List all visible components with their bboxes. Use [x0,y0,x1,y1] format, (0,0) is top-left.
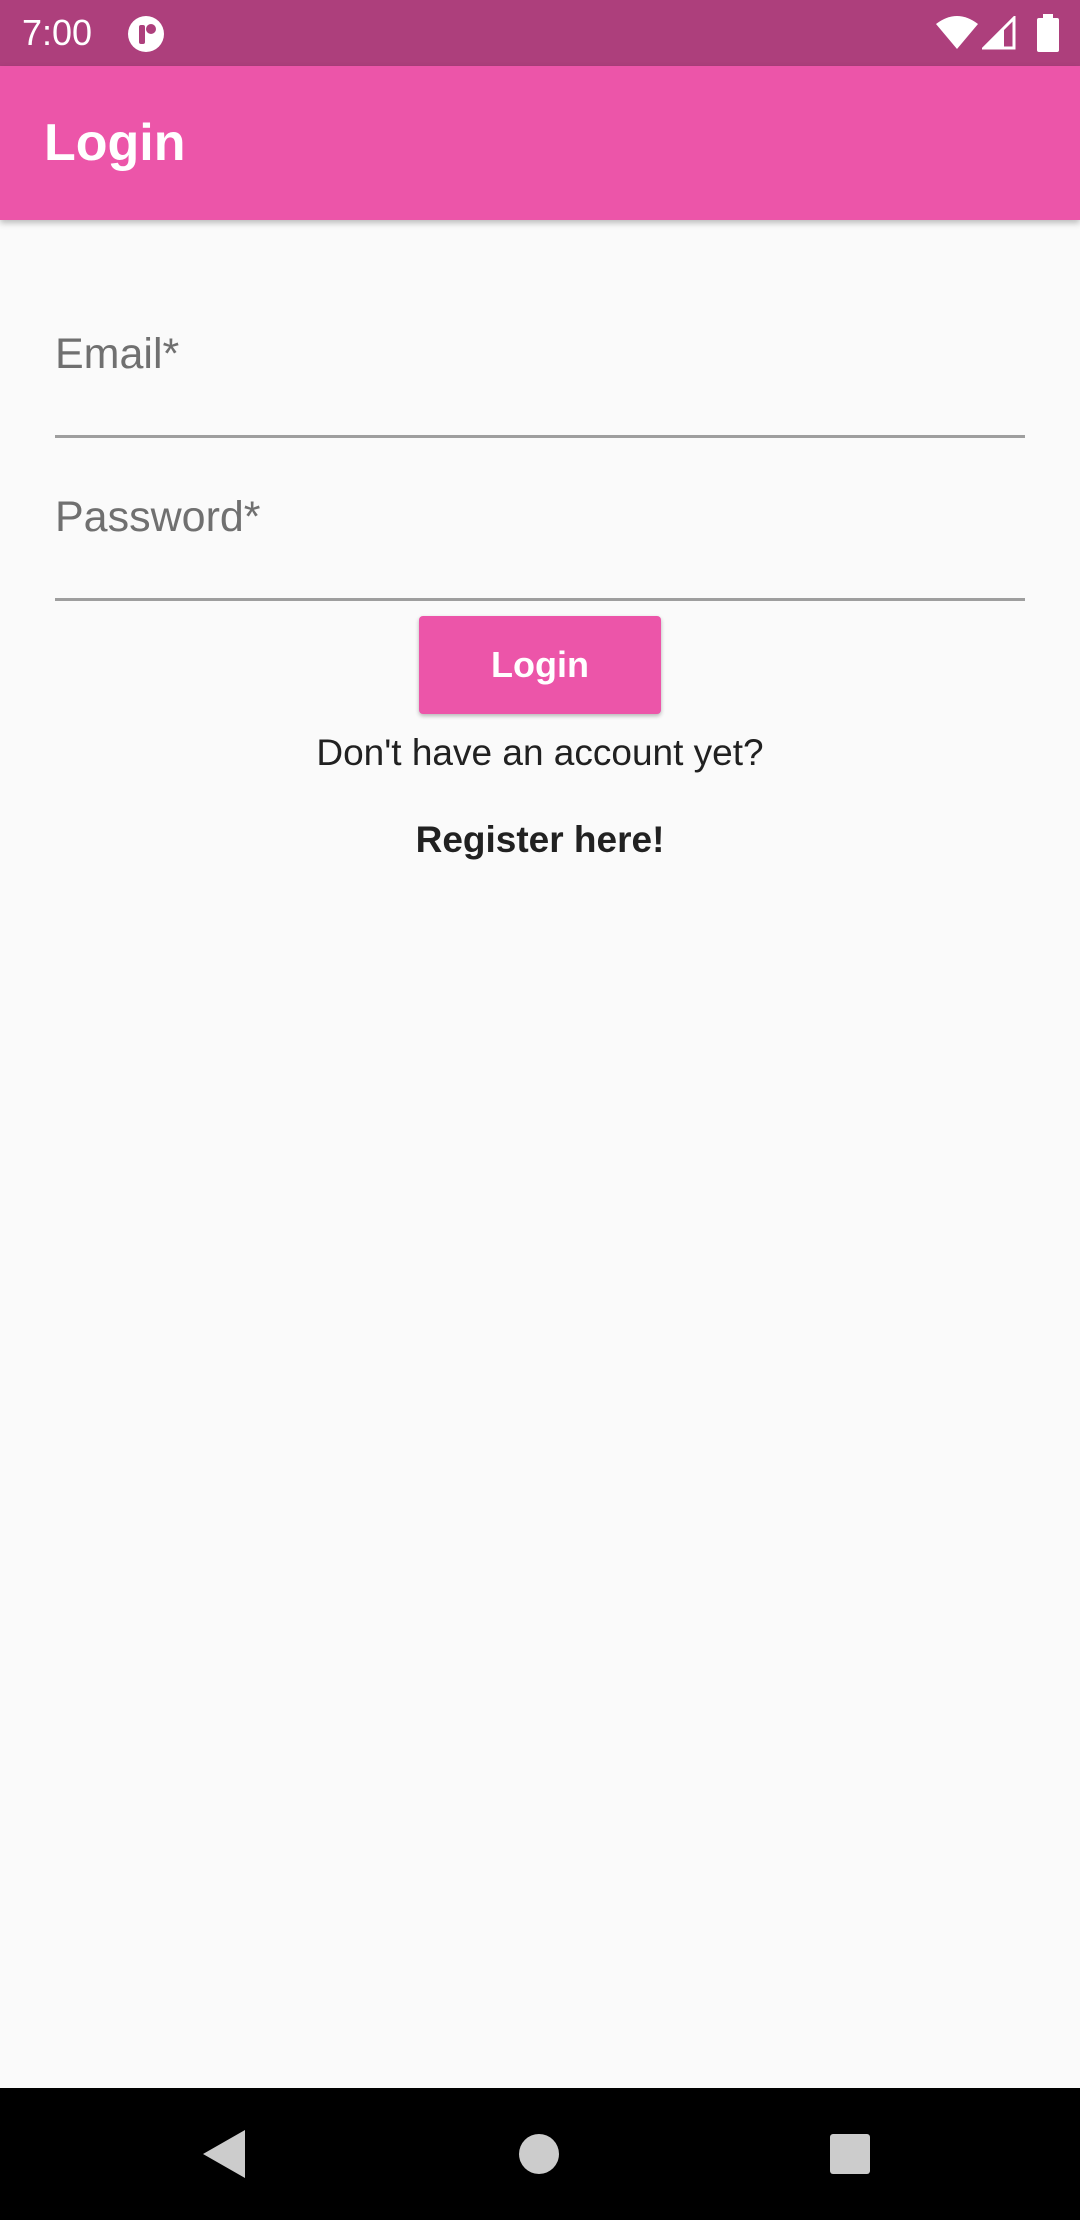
login-button[interactable]: Login [419,616,661,714]
page-title: Login [44,114,186,172]
app-bar: Login [0,66,1080,220]
login-button-label: Login [491,644,589,685]
app-notification-icon [128,16,164,52]
password-field[interactable]: Password* [55,488,1025,601]
status-bar: 7:00 [0,0,1080,66]
recents-icon[interactable] [829,2133,871,2175]
back-icon[interactable] [203,2130,247,2178]
battery-icon [1037,14,1059,52]
home-icon[interactable] [518,2133,560,2175]
register-link[interactable]: Register here! [400,815,680,865]
navigation-bar [0,2088,1080,2220]
email-field[interactable]: Email* [55,325,1025,438]
no-account-text: Don't have an account yet? [316,732,764,773]
wifi-icon [936,16,978,49]
cell-signal-icon [982,16,1016,50]
email-input[interactable] [55,325,1025,435]
password-input[interactable] [55,488,1025,598]
status-time: 7:00 [22,12,93,53]
